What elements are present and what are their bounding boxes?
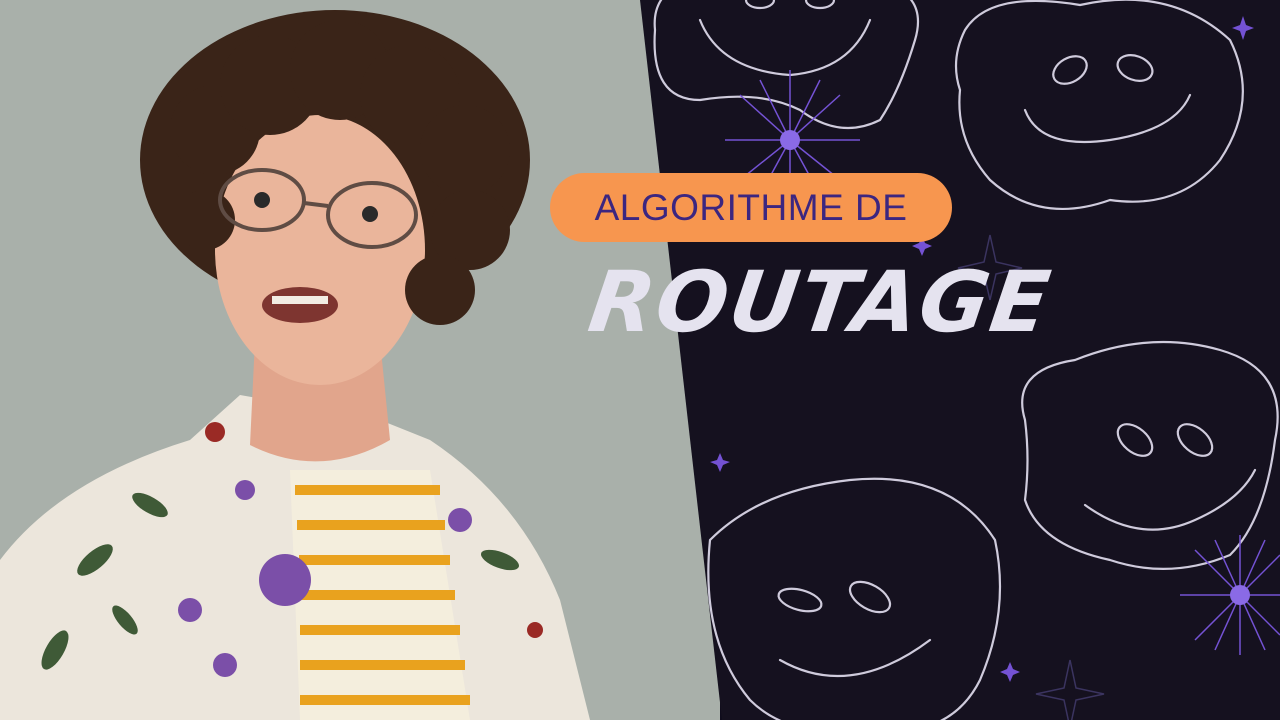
subtitle-pill: ALGORITHME DE xyxy=(550,173,952,242)
smiley-outline-middle-right xyxy=(1021,340,1279,570)
subtitle-text: ALGORITHME DE xyxy=(594,186,908,228)
smiley-outline-top xyxy=(653,0,920,130)
smiley-pattern-decoration xyxy=(653,0,1280,720)
smiley-outline-bottom xyxy=(707,477,1002,720)
main-title: ROUTAGE xyxy=(583,253,1058,351)
smiley-outline-top-right xyxy=(954,0,1244,210)
thumbnail-canvas: ALGORITHME DE ROUTAGE xyxy=(0,0,1280,720)
